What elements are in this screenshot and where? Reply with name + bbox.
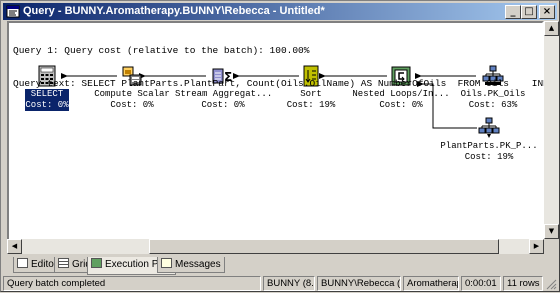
status-bar: Query batch completed BUNNY (8.0) BUNNY\… bbox=[1, 276, 559, 291]
status-rows: 11 rows bbox=[503, 276, 543, 291]
scroll-corner bbox=[544, 239, 559, 254]
tab-label: Messages bbox=[175, 259, 221, 270]
status-server: BUNNY (8.0) bbox=[263, 276, 315, 291]
query-window: Query - BUNNY.Aromatherapy.BUNNY\Rebecca… bbox=[0, 0, 560, 292]
editor-icon bbox=[17, 258, 28, 268]
scroll-right-button[interactable]: ▶ bbox=[529, 239, 544, 254]
close-button[interactable]: × bbox=[539, 5, 555, 19]
title-bar[interactable]: Query - BUNNY.Aromatherapy.BUNNY\Rebecca… bbox=[3, 3, 557, 20]
status-message: Query batch completed bbox=[3, 276, 261, 291]
horizontal-scroll-thumb[interactable] bbox=[149, 239, 499, 254]
execution-plan-icon bbox=[91, 258, 102, 268]
query-text-line: Query text: SELECT PlantParts.PlantPart,… bbox=[13, 78, 553, 89]
status-database: Aromatherapy bbox=[403, 276, 459, 291]
vertical-scrollbar[interactable]: ▲ ▼ bbox=[544, 21, 559, 254]
tab-messages[interactable]: Messages bbox=[157, 257, 225, 273]
node-cost: Cost: 19% bbox=[464, 152, 514, 162]
query-info: Query 1: Query cost (relative to the bat… bbox=[13, 23, 553, 111]
horizontal-scrollbar[interactable]: ◀ ▶ bbox=[7, 239, 544, 254]
maximize-button[interactable]: □ bbox=[521, 5, 537, 19]
scroll-left-button[interactable]: ◀ bbox=[7, 239, 22, 254]
node-name: PlantParts.PK_P... bbox=[440, 141, 538, 151]
minimize-button[interactable]: _ bbox=[505, 5, 521, 19]
query-window-icon[interactable] bbox=[6, 5, 20, 18]
status-user: BUNNY\Rebecca (51) bbox=[317, 276, 401, 291]
grid-icon bbox=[58, 258, 69, 268]
messages-icon bbox=[161, 258, 172, 268]
scroll-up-button[interactable]: ▲ bbox=[544, 21, 559, 36]
plan-node-plantparts-pk[interactable]: PlantParts.PK_P... Cost: 19% bbox=[437, 117, 541, 163]
status-elapsed: 0:00:01 bbox=[461, 276, 501, 291]
resize-grip-icon bbox=[546, 279, 557, 290]
query-cost-line: Query 1: Query cost (relative to the bat… bbox=[13, 45, 310, 56]
clustered-index-seek-icon bbox=[478, 117, 500, 138]
resize-grip[interactable] bbox=[545, 278, 557, 290]
scroll-down-button[interactable]: ▼ bbox=[544, 224, 559, 239]
window-title: Query - BUNNY.Aromatherapy.BUNNY\Rebecca… bbox=[23, 5, 325, 17]
